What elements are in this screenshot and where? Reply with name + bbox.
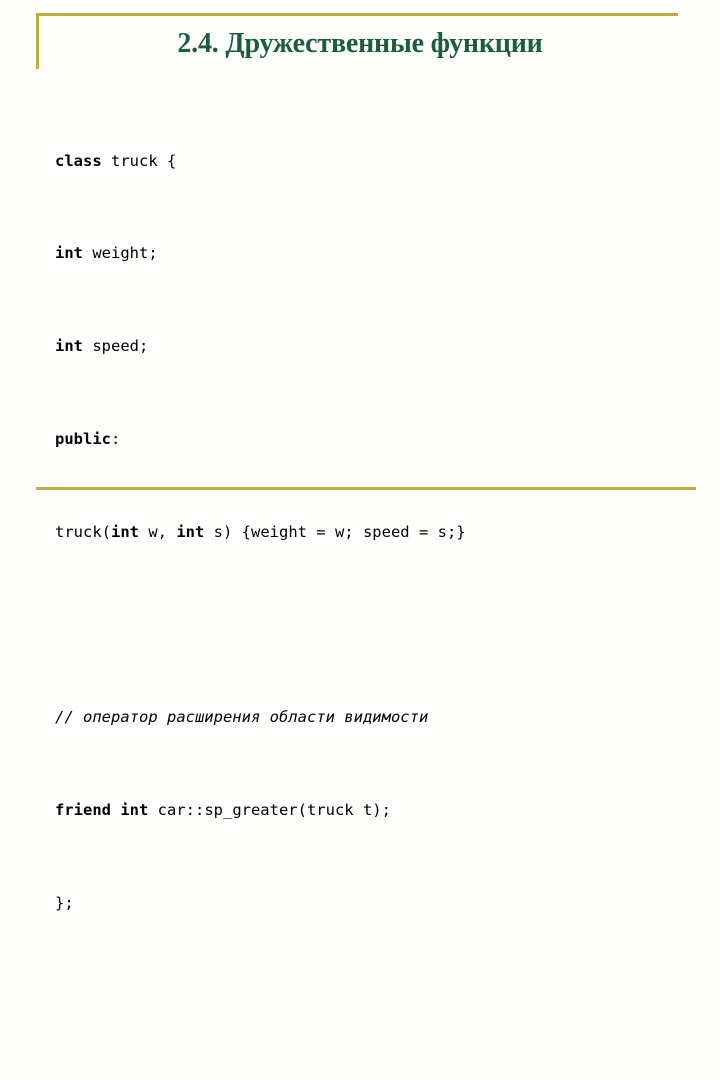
- code-line-3-rest: speed;: [83, 337, 148, 355]
- code-line-5-part3: s) {weight = w; speed = s;}: [204, 523, 465, 541]
- decorative-top-rule: [36, 13, 678, 16]
- keyword-friend-int: friend int: [55, 801, 148, 819]
- keyword-class: class: [55, 152, 102, 170]
- keyword-int-param-w: int: [111, 523, 139, 541]
- code-line-10-blank: [55, 985, 695, 1008]
- code-line-7-comment: // оператор расширения области видимости: [55, 706, 695, 729]
- code-line-11: int car::sp_greater(truck t) {: [55, 1078, 695, 1080]
- code-line-1-rest: truck {: [102, 152, 177, 170]
- keyword-int-speed: int: [55, 337, 83, 355]
- code-line-4-rest: :: [111, 430, 120, 448]
- code-line-5: truck(int w, int s) {weight = w; speed =…: [55, 521, 695, 544]
- code-line-5-part2: w,: [139, 523, 176, 541]
- keyword-int-param-s: int: [176, 523, 204, 541]
- code-block: class truck { int weight; int speed; pub…: [55, 80, 695, 1080]
- code-line-5-part1: truck(: [55, 523, 111, 541]
- code-line-2: int weight;: [55, 242, 695, 265]
- code-line-1: class truck {: [55, 150, 695, 173]
- slide-title: 2.4. Дружественные функции: [0, 28, 720, 60]
- code-line-8: friend int car::sp_greater(truck t);: [55, 799, 695, 822]
- code-line-3: int speed;: [55, 335, 695, 358]
- comment-text: // оператор расширения области видимости: [55, 708, 428, 726]
- code-line-2-rest: weight;: [83, 244, 158, 262]
- code-line-8-rest: car::sp_greater(truck t);: [148, 801, 391, 819]
- code-line-6-blank: [55, 614, 695, 637]
- presentation-slide: 2.4. Дружественные функции class truck {…: [0, 0, 720, 540]
- keyword-int-weight: int: [55, 244, 83, 262]
- keyword-public: public: [55, 430, 111, 448]
- code-line-9: };: [55, 892, 695, 915]
- code-line-4: public:: [55, 428, 695, 451]
